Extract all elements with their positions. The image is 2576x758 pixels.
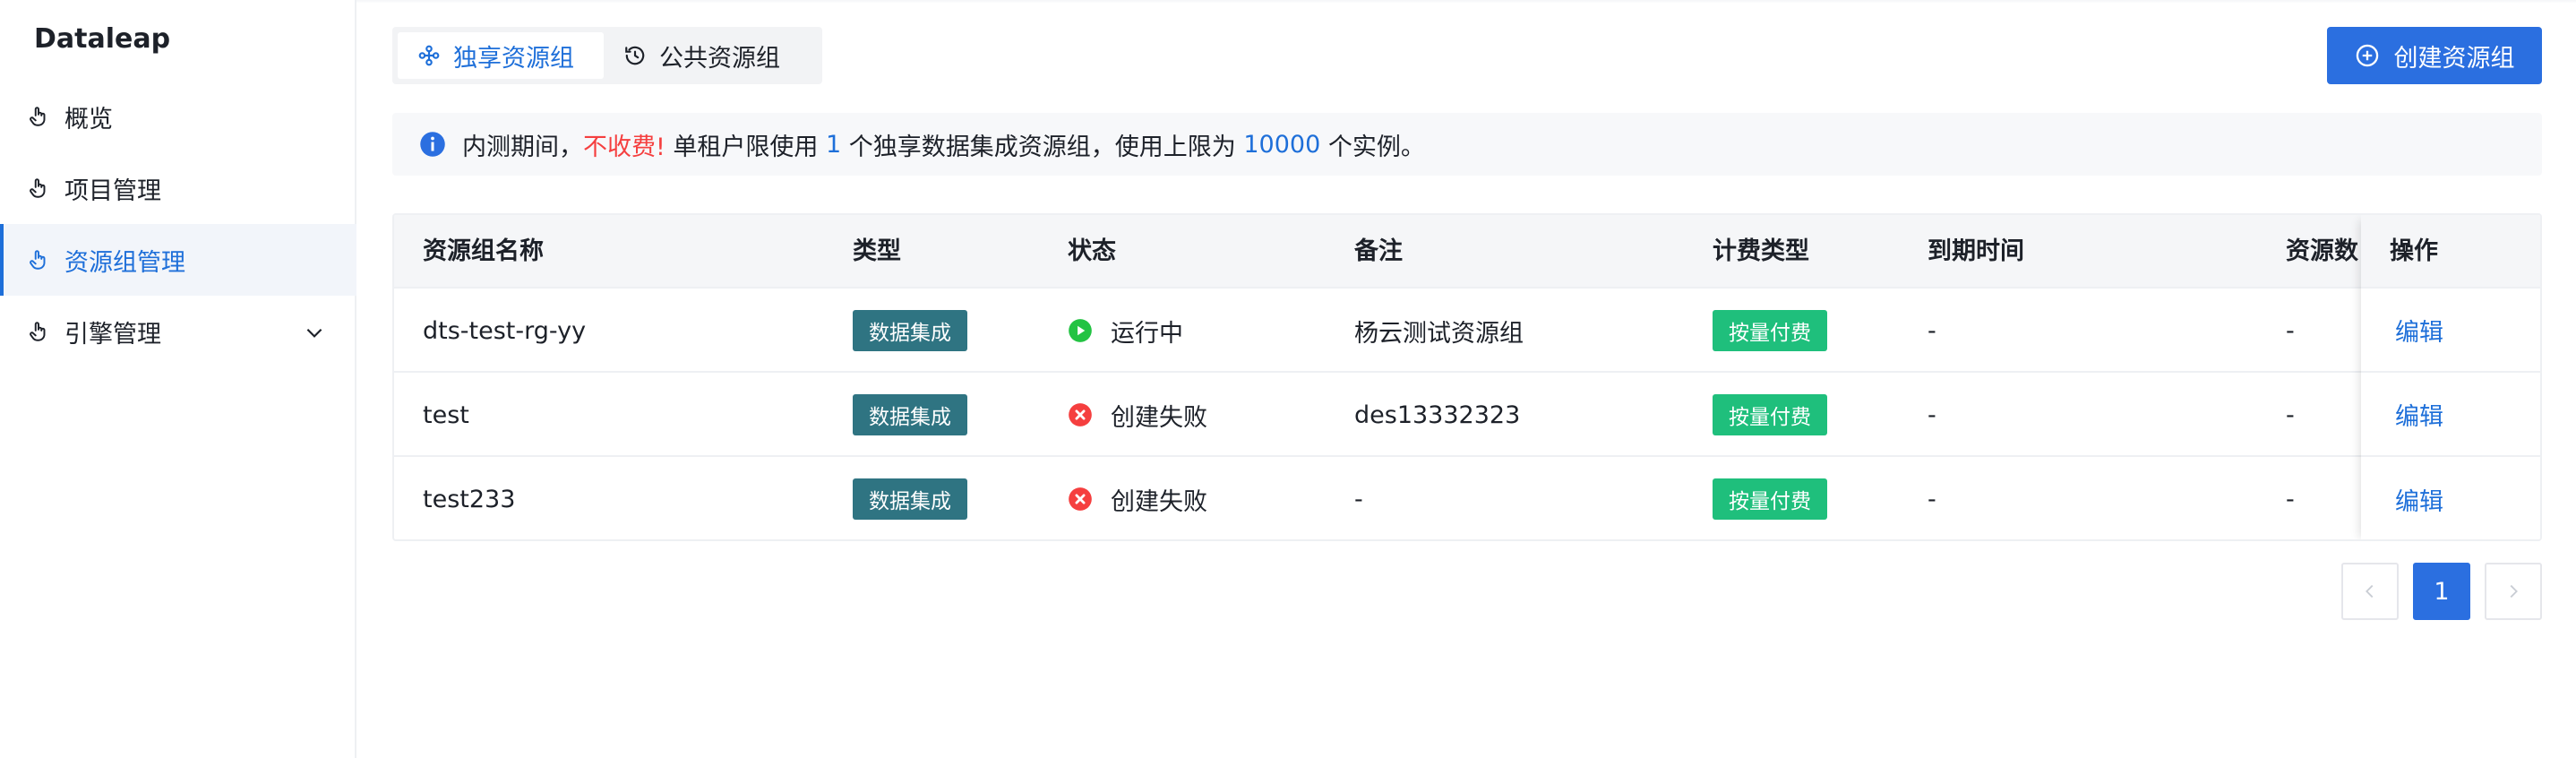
type-tag: 数据集成 [853,394,967,435]
sidebar-item-engines[interactable]: 引擎管理 [0,296,356,367]
sidebar: Dataleap 概览 项目管理 资源组管理 引擎管理 [0,0,356,758]
history-icon [625,46,645,65]
pagination-next-button[interactable] [2485,563,2542,620]
cell-expire: - [1928,485,1936,513]
running-status-icon [1069,319,1092,342]
billing-tag: 按量付费 [1713,310,1827,351]
column-header-actions: 操作 [2361,215,2540,289]
notice-instance-limit: 10000 [1243,130,1321,159]
create-resource-group-button[interactable]: 创建资源组 [2327,27,2542,84]
hand-pointer-icon [27,105,50,128]
cell-remark: des13332323 [1354,401,1521,429]
column-header-expire: 到期时间 [1928,237,2024,265]
sidebar-item-label: 资源组管理 [64,248,185,277]
pagination-prev-button[interactable] [2341,563,2399,620]
table-row: test 数据集成 创建失败 des13332323 按量付费 - - [394,373,2540,457]
sidebar-item-label: 项目管理 [64,177,161,205]
hand-pointer-icon [27,177,50,200]
hand-pointer-icon [27,248,50,271]
sidebar-item-label: 概览 [64,105,113,134]
notice-text: 个实例。 [1320,133,1425,161]
plus-circle-icon [2356,44,2378,67]
brand-logo: Dataleap [34,23,171,55]
cell-remark: - [1354,485,1363,513]
chevron-left-icon [2366,584,2374,599]
tab-public-resource-group[interactable]: 公共资源组 [604,32,819,79]
pagination-page-1[interactable]: 1 [2413,563,2470,620]
cell-name: test233 [423,485,516,513]
tab-label: 独享资源组 [453,44,574,73]
table-row: dts-test-rg-yy 数据集成 运行中 杨云测试资源组 按量付费 - - [394,289,2540,373]
cell-name: dts-test-rg-yy [423,316,587,345]
column-header-remark: 备注 [1354,237,1403,265]
column-header-billing: 计费类型 [1713,237,1809,265]
status-text: 创建失败 [1111,403,1207,432]
type-tag: 数据集成 [853,310,967,351]
table-row: test233 数据集成 创建失败 - 按量付费 - - [394,457,2540,539]
column-header-type: 类型 [853,237,901,265]
notice-text: 单租户限使用 [665,133,826,161]
notice-free-text: 不收费! [583,133,665,161]
cell-resources: - [2286,316,2295,345]
column-header-status: 状态 [1068,237,1116,265]
billing-tag: 按量付费 [1713,478,1827,520]
chevron-right-icon [2510,584,2518,599]
notice-group-limit: 1 [826,130,842,159]
failed-status-icon [1069,403,1092,426]
sidebar-item-label: 引擎管理 [64,320,161,349]
tab-exclusive-resource-group[interactable]: 独享资源组 [398,32,604,79]
cell-expire: - [1928,316,1936,345]
edit-link[interactable]: 编辑 [2361,373,2540,457]
top-shadow [356,0,2576,4]
cell-remark: 杨云测试资源组 [1354,319,1524,348]
create-button-label: 创建资源组 [2393,44,2515,73]
actions-column: 操作 编辑 编辑 编辑 [2361,215,2540,539]
edit-link[interactable]: 编辑 [2361,457,2540,539]
column-header-name: 资源组名称 [423,237,544,265]
sidebar-item-projects[interactable]: 项目管理 [0,152,356,224]
edit-link[interactable]: 编辑 [2361,289,2540,373]
cell-resources: - [2286,401,2295,429]
sidebar-item-resource-groups[interactable]: 资源组管理 [0,224,356,296]
billing-tag: 按量付费 [1713,394,1827,435]
hand-pointer-icon [27,320,50,343]
failed-status-icon [1069,487,1092,511]
column-header-resources: 资源数 [2286,237,2358,265]
notice-banner: 内测期间， 不收费! 单租户限使用 1 个独享数据集成资源组，使用上限为 100… [392,113,2542,176]
cluster-icon [418,45,440,66]
info-icon [420,132,445,157]
resource-group-tabs: 独享资源组 公共资源组 [392,27,822,84]
cell-expire: - [1928,401,1936,429]
tab-label: 公共资源组 [659,44,780,73]
main-content: 独享资源组 公共资源组 创建资源组 内测期间， 不收费! 单租户限使用 1 个独… [356,0,2576,758]
chevron-down-icon[interactable] [303,321,326,344]
type-tag: 数据集成 [853,478,967,520]
table-header: 资源组名称 类型 状态 备注 计费类型 到期时间 资源数 [394,215,2540,289]
cell-name: test [423,401,469,429]
status-text: 创建失败 [1111,487,1207,516]
cell-resources: - [2286,485,2295,513]
sidebar-item-overview[interactable]: 概览 [0,81,356,152]
notice-prefix: 内测期间， [462,133,583,161]
status-text: 运行中 [1111,319,1183,348]
resource-group-table: 资源组名称 类型 状态 备注 计费类型 到期时间 资源数 dts-test-rg… [392,213,2542,541]
notice-text: 个独享数据集成资源组，使用上限为 [841,133,1244,161]
